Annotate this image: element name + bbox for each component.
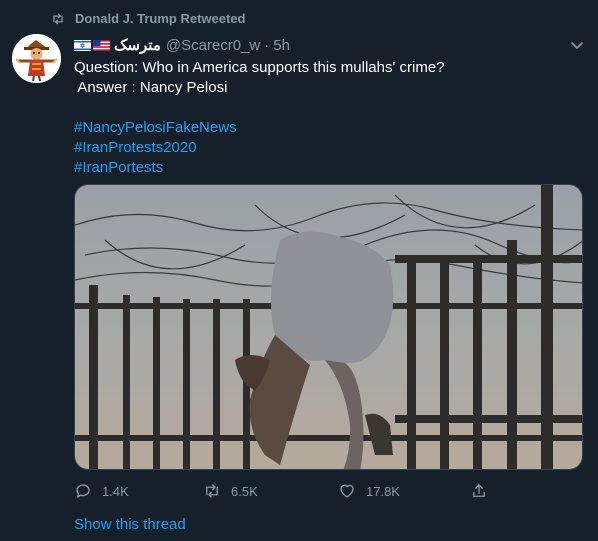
retweet-button[interactable]: 6.5K	[203, 482, 338, 500]
heart-icon	[340, 484, 354, 498]
share-icon	[473, 484, 485, 497]
header-separator: ·	[264, 36, 270, 54]
israel-flag-icon	[74, 39, 91, 51]
chevron-down-icon[interactable]	[570, 38, 584, 52]
retweet-count: 6.5K	[231, 483, 258, 499]
share-button[interactable]	[470, 482, 498, 500]
tweet-media-photo[interactable]	[74, 184, 583, 470]
tweet-text-line: Question: Who in America supports this m…	[74, 59, 445, 76]
like-button[interactable]: 17.8K	[338, 482, 470, 500]
author-handle[interactable]: @Scarecr0_w	[166, 37, 260, 54]
tweet-text-line: Answer : Nancy Pelosi	[74, 79, 228, 96]
retweet-label: Donald J. Trump Retweeted	[75, 11, 246, 26]
tweet-text: Question: Who in America supports this m…	[74, 58, 574, 178]
hashtag-link[interactable]: #IranProtests2020	[74, 138, 574, 158]
us-flag-icon	[93, 39, 110, 51]
hashtag-link[interactable]: #IranPortests	[74, 158, 574, 178]
tweet-text-line	[74, 98, 574, 118]
reply-count: 1.4K	[102, 483, 129, 499]
hashtag-link[interactable]: #NancyPelosiFakeNews	[74, 118, 574, 138]
reply-icon	[76, 484, 90, 498]
avatar[interactable]	[12, 34, 61, 83]
author-display-name[interactable]: مترسک	[114, 36, 161, 54]
tweet-header: مترسک @Scarecr0_w · 5h	[74, 36, 578, 54]
scarecrow-avatar-image	[12, 34, 61, 83]
barbed-wire-fence-photo	[75, 185, 582, 469]
reply-button[interactable]: 1.4K	[74, 482, 203, 500]
retweet-icon	[53, 13, 63, 24]
show-thread-link[interactable]: Show this thread	[74, 516, 186, 533]
like-count: 17.8K	[366, 483, 400, 499]
tweet-actions: 1.4K 6.5K 17.8K	[74, 482, 504, 500]
tweet-timestamp[interactable]: 5h	[273, 37, 290, 54]
retweet-icon	[206, 484, 218, 498]
retweet-context[interactable]: Donald J. Trump Retweeted	[51, 11, 245, 26]
